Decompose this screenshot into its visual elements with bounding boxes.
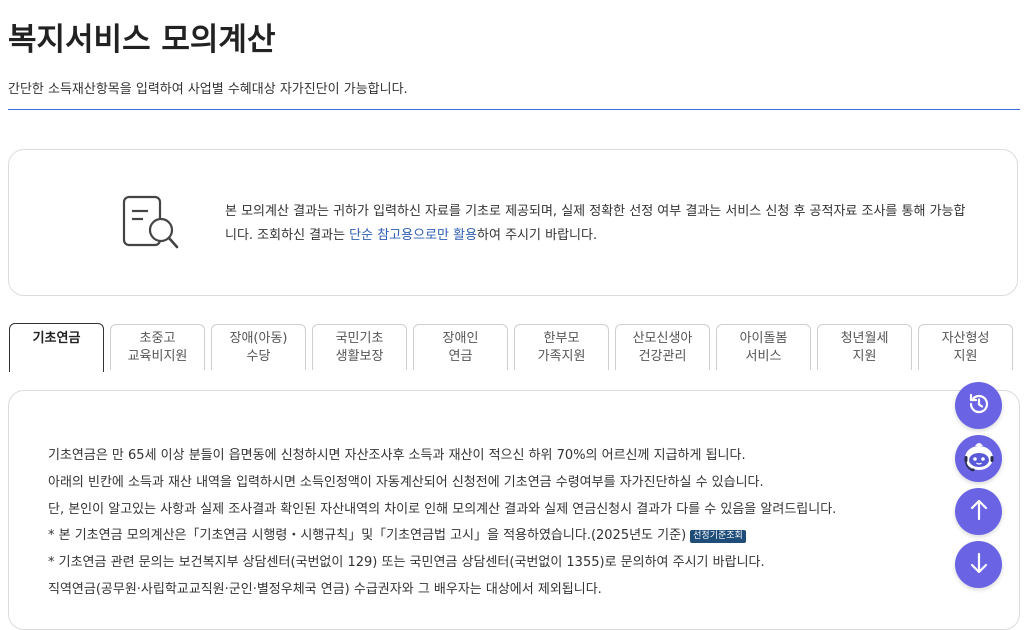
tab-label-line2: 서비스 bbox=[745, 348, 782, 364]
tab-label: 장애인 bbox=[442, 330, 479, 346]
tab-label: 청년월세 bbox=[840, 330, 889, 346]
tab-label: 산모신생아 bbox=[632, 330, 693, 346]
tab-label: 아이돌봄 bbox=[739, 330, 788, 346]
selection-criteria-button[interactable]: 선정기준조회 bbox=[690, 530, 746, 544]
tab-youth-rent-support[interactable]: 청년월세 지원 bbox=[817, 324, 912, 370]
tab-single-parent-support[interactable]: 한부모 가족지원 bbox=[514, 324, 609, 370]
scroll-down-button[interactable] bbox=[955, 541, 1002, 588]
notice-text: 본 모의계산 결과는 귀하가 입력하신 자료를 기초로 제공되며, 실제 정확한… bbox=[225, 200, 977, 248]
chatbot-button[interactable] bbox=[955, 435, 1002, 482]
scroll-up-button[interactable] bbox=[955, 488, 1002, 535]
tab-label-line2: 건강관리 bbox=[638, 348, 687, 364]
title-divider bbox=[8, 109, 1020, 110]
arrow-up-icon bbox=[967, 498, 991, 526]
tab-asset-building-support[interactable]: 자산형성 지원 bbox=[918, 324, 1013, 370]
tab-label: 국민기초 bbox=[335, 330, 384, 346]
content-line: * 기초연금 관련 문의는 보건복지부 상담센터(국번없이 129) 또는 국민… bbox=[48, 555, 765, 571]
tab-disability-child-allowance[interactable]: 장애(아동) 수당 bbox=[211, 324, 306, 370]
content-line: 기초연금은 만 65세 이상 분들이 읍면동에 신청하시면 자산조사후 소득과 … bbox=[48, 448, 746, 463]
tab-label-line2: 가족지원 bbox=[537, 348, 586, 364]
content-line: 아래의 빈칸에 소득과 재산 내역을 입력하시면 소득인정액이 자동계산되어 신… bbox=[48, 474, 764, 490]
tab-label-line2: 생활보장 bbox=[335, 348, 384, 364]
tab-maternal-newborn-care[interactable]: 산모신생아 건강관리 bbox=[615, 324, 710, 370]
tab-label: 자산형성 bbox=[941, 330, 990, 346]
content-description: 기초연금은 만 65세 이상 분들이 읍면동에 신청하시면 자산조사후 소득과 … bbox=[48, 443, 968, 604]
notice-highlight: 단순 참고용으로만 활용 bbox=[349, 228, 478, 243]
document-search-icon bbox=[121, 194, 181, 258]
tab-disability-pension[interactable]: 장애인 연금 bbox=[413, 324, 508, 370]
tab-school-education-support[interactable]: 초중고 교육비지원 bbox=[110, 324, 205, 370]
tab-label-line2: 교육비지원 bbox=[127, 348, 188, 364]
notice-box: 본 모의계산 결과는 귀하가 입력하신 자료를 기초로 제공되며, 실제 정확한… bbox=[8, 149, 1018, 296]
tab-label: 초중고 bbox=[139, 330, 176, 346]
page-subtitle: 간단한 소득재산항목을 입력하여 사업별 수혜대상 자가진단이 가능합니다. bbox=[8, 82, 408, 97]
content-line: * 본 기초연금 모의계산은「기초연금 시행령・시행규칙」및「기초연금법 고시」… bbox=[48, 528, 687, 544]
notice-text-after: 하여 주시기 바랍니다. bbox=[477, 228, 598, 243]
tab-label-line2: 연금 bbox=[448, 348, 473, 364]
page-title: 복지서비스 모의계산 bbox=[8, 22, 276, 58]
chatbot-icon bbox=[959, 437, 999, 481]
tab-label-line2: 지원 bbox=[953, 348, 978, 364]
tab-label: 장애(아동) bbox=[229, 330, 288, 346]
content-line-basis: * 본 기초연금 모의계산은「기초연금 시행령・시행규칙」및「기초연금법 고시」… bbox=[48, 523, 968, 550]
service-tabs: 기초연금 초중고 교육비지원 장애(아동) 수당 국민기초 생활보장 장애인 연… bbox=[9, 323, 1015, 372]
tab-label: 한부모 bbox=[543, 330, 580, 346]
tab-label-line2: 지원 bbox=[852, 348, 877, 364]
tab-basic-pension[interactable]: 기초연금 bbox=[9, 323, 104, 372]
tab-basic-livelihood[interactable]: 국민기초 생활보장 bbox=[312, 324, 407, 370]
tab-label-line2: 수당 bbox=[246, 348, 271, 364]
history-button[interactable] bbox=[955, 382, 1002, 429]
history-icon bbox=[966, 391, 992, 421]
tab-label: 기초연금 bbox=[32, 331, 81, 346]
arrow-down-icon bbox=[967, 551, 991, 579]
tab-childcare-service[interactable]: 아이돌봄 서비스 bbox=[716, 324, 811, 370]
content-line: 단, 본인이 알고있는 사항과 실제 조사결과 확인된 자산내역의 차이로 인해… bbox=[48, 501, 837, 517]
